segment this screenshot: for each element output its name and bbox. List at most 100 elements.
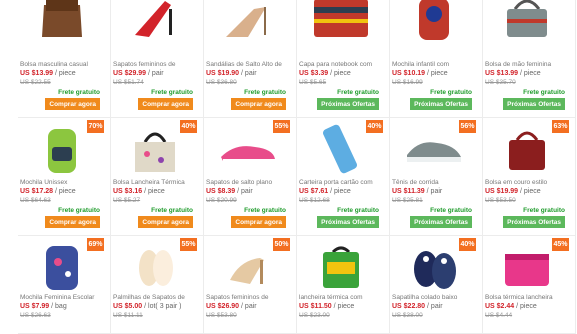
product-title[interactable]: Bolsa Lancheira Térmica bbox=[113, 179, 201, 186]
buy-now-button[interactable]: Comprar agora bbox=[231, 98, 286, 110]
discount-badge: 56% bbox=[459, 120, 476, 133]
product-price: US $26.90 / pair bbox=[206, 303, 257, 310]
product-card[interactable]: Mochila infantil com US $10.19 / piece U… bbox=[390, 0, 483, 118]
price-value: US $19.99 bbox=[485, 188, 519, 195]
next-offers-button[interactable]: Próximas Ofertas bbox=[410, 216, 472, 228]
product-title[interactable]: Bolsa masculina casual bbox=[20, 61, 108, 68]
product-card[interactable]: Sapatos femininos de US $29.99 / pair US… bbox=[111, 0, 204, 118]
product-card[interactable]: 56% Tênis de corrida US $11.39 / pair US… bbox=[390, 118, 483, 236]
free-shipping-label: Frete gratuito bbox=[244, 89, 286, 96]
original-price: US $12.68 bbox=[299, 197, 330, 204]
original-price: US $51.74 bbox=[113, 79, 144, 86]
price-unit: / lot( 3 pair ) bbox=[144, 303, 182, 310]
handbag-icon[interactable] bbox=[489, 0, 565, 44]
product-price: US $19.90 / pair bbox=[206, 70, 257, 77]
original-price: US $16.99 bbox=[392, 79, 423, 86]
original-price: US $25.81 bbox=[392, 197, 423, 204]
discount-badge: 55% bbox=[180, 238, 197, 251]
product-title[interactable]: Mochila Unissex bbox=[20, 179, 108, 186]
product-card[interactable]: 63% Bolsa em couro estilo US $19.99 / pi… bbox=[483, 118, 576, 236]
product-card[interactable]: 69% Mochila Feminina Escolar US $7.99 / … bbox=[18, 236, 111, 334]
lunch-box-icon[interactable] bbox=[303, 240, 379, 294]
free-shipping-label: Frete gratuito bbox=[151, 207, 193, 214]
product-title[interactable]: Bolsa térmica lancheira bbox=[485, 294, 573, 301]
discount-badge: 50% bbox=[273, 238, 290, 251]
messenger-bag-icon[interactable] bbox=[24, 0, 100, 44]
product-card[interactable]: Bolsa masculina casual US $13.99 / piece… bbox=[18, 0, 111, 118]
product-price: US $3.39 / piece bbox=[299, 70, 351, 77]
next-offers-button[interactable]: Próximas Ofertas bbox=[410, 98, 472, 110]
product-title[interactable]: Bolsa de mão feminina bbox=[485, 61, 573, 68]
product-card[interactable]: 40% Sapatilha colado baixo US $22.80 / p… bbox=[390, 236, 483, 334]
product-title[interactable]: Mochila Feminina Escolar bbox=[20, 294, 108, 301]
product-card[interactable]: Sandálias de Salto Alto de US $19.90 / p… bbox=[204, 0, 297, 118]
product-card[interactable]: 45% Bolsa térmica lancheira US $2.44 / p… bbox=[483, 236, 576, 334]
price-value: US $19.90 bbox=[206, 70, 240, 77]
price-value: US $29.99 bbox=[113, 70, 147, 77]
product-title[interactable]: Sapatos femininos de bbox=[113, 61, 201, 68]
discount-badge: 40% bbox=[180, 120, 197, 133]
buy-now-button[interactable]: Comprar agora bbox=[45, 216, 100, 228]
buy-now-button[interactable]: Comprar agora bbox=[231, 216, 286, 228]
product-card[interactable]: 50% Sapatos femininos de US $26.90 / pai… bbox=[204, 236, 297, 334]
product-card[interactable]: 70% Mochila Unissex US $17.28 / piece US… bbox=[18, 118, 111, 236]
heel-sandal-icon[interactable] bbox=[117, 0, 193, 44]
discount-badge: 55% bbox=[273, 120, 290, 133]
nude-heel-icon[interactable] bbox=[210, 0, 286, 44]
original-price: US $64.63 bbox=[20, 197, 51, 204]
laptop-sleeve-icon[interactable] bbox=[303, 0, 379, 44]
product-title[interactable]: Sapatos de salto plano bbox=[206, 179, 294, 186]
product-title[interactable]: Tênis de corrida bbox=[392, 179, 480, 186]
product-price: US $13.99 / piece bbox=[485, 70, 541, 77]
next-offers-button[interactable]: Próximas Ofertas bbox=[317, 98, 379, 110]
price-value: US $3.16 bbox=[113, 188, 143, 195]
product-title[interactable]: Capa para notebook com bbox=[299, 61, 387, 68]
next-offers-button[interactable]: Próximas Ofertas bbox=[503, 98, 565, 110]
product-title[interactable]: Mochila infantil com bbox=[392, 61, 480, 68]
original-price: US $53.50 bbox=[485, 197, 516, 204]
product-card[interactable]: 40% Bolsa Lancheira Térmica US $3.16 / p… bbox=[111, 118, 204, 236]
price-value: US $13.99 bbox=[20, 70, 54, 77]
product-price: US $7.61 / piece bbox=[299, 188, 351, 195]
product-card[interactable]: 40% Carteira porta cartão com US $7.61 /… bbox=[297, 118, 390, 236]
original-price: US $35.70 bbox=[485, 79, 516, 86]
free-shipping-label: Frete gratuito bbox=[523, 89, 565, 96]
product-price: US $29.99 / pair bbox=[113, 70, 164, 77]
original-price: US $22.55 bbox=[20, 79, 51, 86]
buy-now-button[interactable]: Comprar agora bbox=[138, 98, 193, 110]
price-value: US $22.80 bbox=[392, 303, 426, 310]
buy-now-button[interactable]: Comprar agora bbox=[138, 216, 193, 228]
free-shipping-label: Frete gratuito bbox=[430, 207, 472, 214]
product-price: US $19.99 / piece bbox=[485, 188, 541, 195]
next-offers-button[interactable]: Próximas Ofertas bbox=[317, 216, 379, 228]
product-title[interactable]: lancheira térmica com bbox=[299, 294, 387, 301]
next-offers-button[interactable]: Próximas Ofertas bbox=[503, 216, 565, 228]
product-price: US $3.16 / piece bbox=[113, 188, 165, 195]
price-value: US $7.61 bbox=[299, 188, 329, 195]
product-card[interactable]: 55% Sapatos de salto plano US $8.39 / pa… bbox=[204, 118, 297, 236]
product-title[interactable]: Sapatilha colado baixo bbox=[392, 294, 480, 301]
price-value: US $8.39 bbox=[206, 188, 236, 195]
original-price: US $26.63 bbox=[20, 312, 51, 319]
product-title[interactable]: Sandálias de Salto Alto de bbox=[206, 61, 294, 68]
buy-now-button[interactable]: Comprar agora bbox=[45, 98, 100, 110]
price-unit: / piece bbox=[55, 188, 76, 195]
product-card[interactable]: 55% Palmilhas de Sapatos de US $5.00 / l… bbox=[111, 236, 204, 334]
price-unit: / pair bbox=[237, 188, 253, 195]
product-title[interactable]: Carteira porta cartão com bbox=[299, 179, 387, 186]
product-price: US $13.99 / piece bbox=[20, 70, 76, 77]
product-card[interactable]: lancheira térmica com US $11.50 / piece … bbox=[297, 236, 390, 334]
product-card[interactable]: Capa para notebook com US $3.39 / piece … bbox=[297, 0, 390, 118]
free-shipping-label: Frete gratuito bbox=[430, 89, 472, 96]
product-title[interactable]: Sapatos femininos de bbox=[206, 294, 294, 301]
product-card[interactable]: Bolsa de mão feminina US $13.99 / piece … bbox=[483, 0, 576, 118]
original-price: US $20.99 bbox=[206, 197, 237, 204]
discount-badge: 63% bbox=[552, 120, 569, 133]
original-price: US $4.44 bbox=[485, 312, 513, 319]
price-unit: / piece bbox=[333, 303, 355, 310]
discount-badge: 40% bbox=[366, 120, 383, 133]
product-title[interactable]: Bolsa em couro estilo bbox=[485, 179, 573, 186]
product-grid: Bolsa masculina casual US $13.99 / piece… bbox=[18, 0, 577, 334]
product-title[interactable]: Palmilhas de Sapatos de bbox=[113, 294, 201, 301]
kids-backpack-icon[interactable] bbox=[396, 0, 472, 44]
